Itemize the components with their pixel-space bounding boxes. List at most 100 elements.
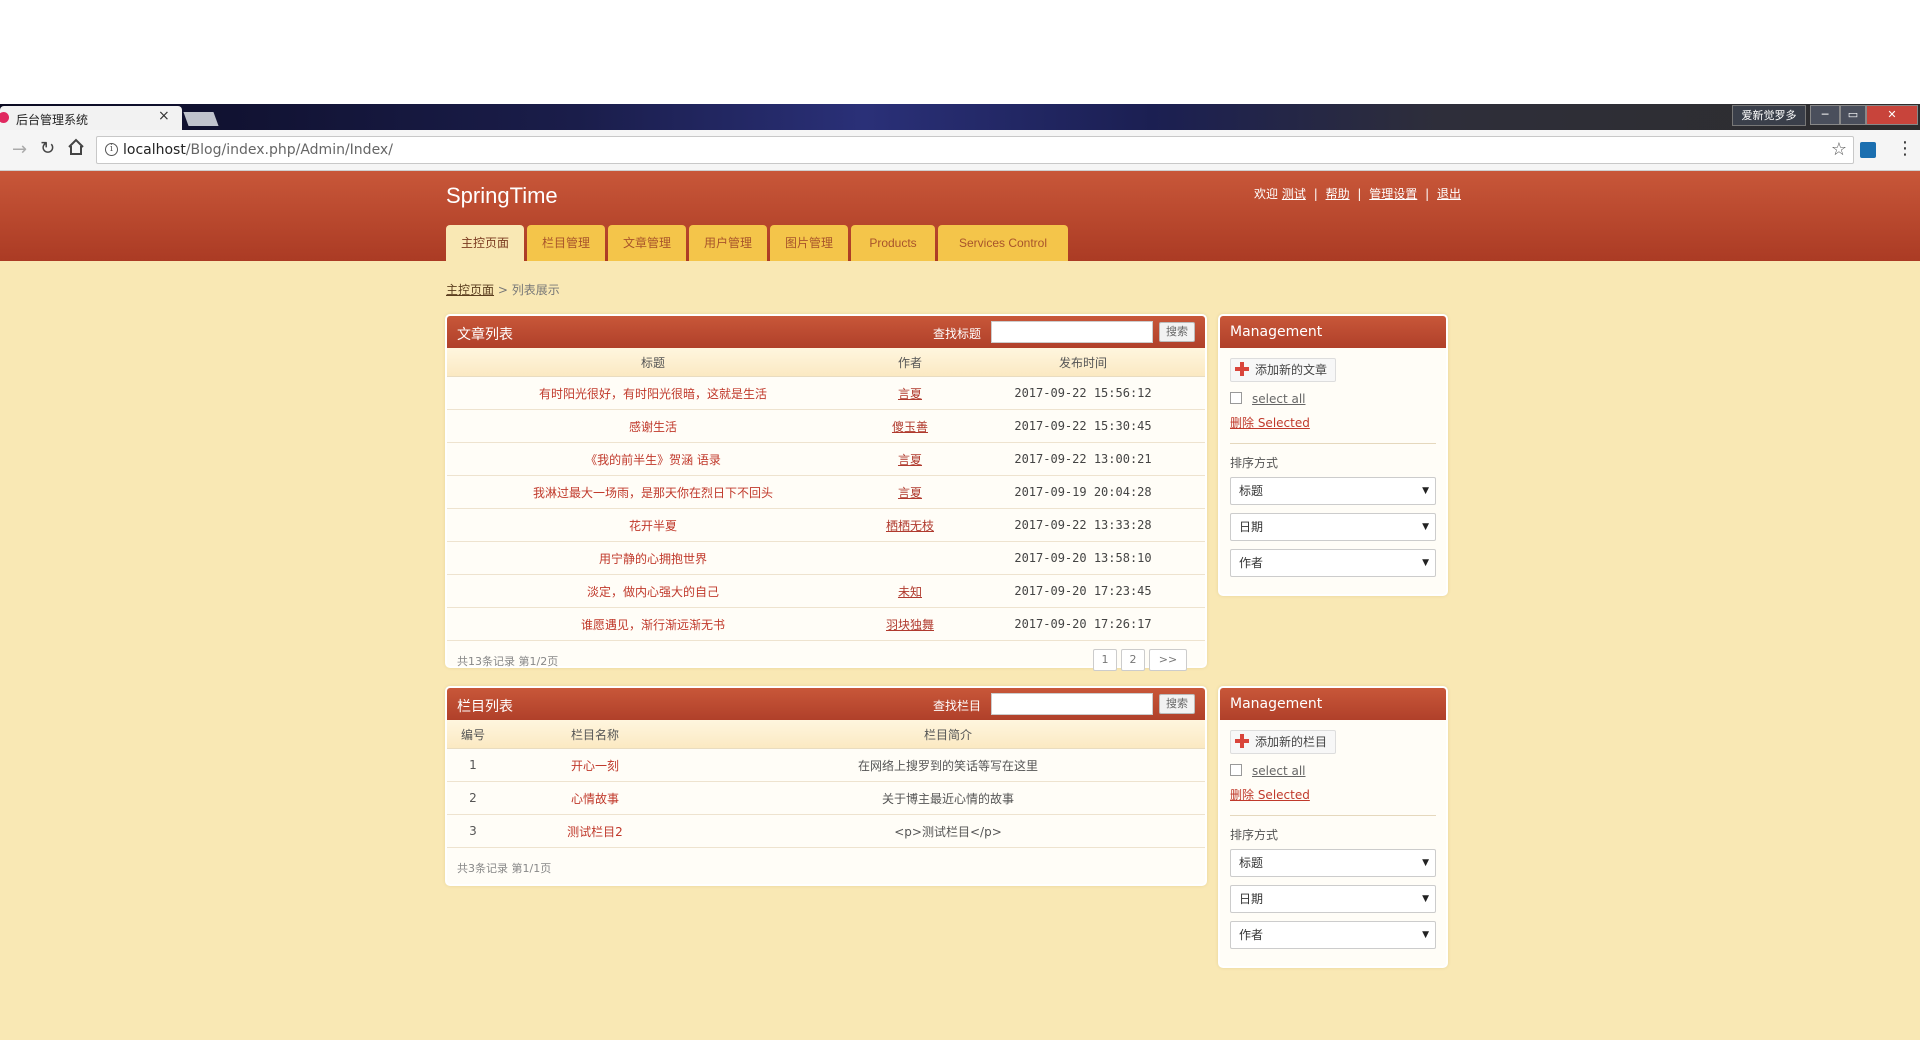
tab-categories[interactable]: 栏目管理 — [527, 225, 605, 261]
author-link[interactable]: 羽块独舞 — [886, 618, 934, 632]
table-row[interactable]: 我淋过最大一场雨，是那天你在烈日下不回头 言夏 2017-09-19 20:04:2… — [447, 475, 1205, 509]
select-all-checkbox[interactable] — [1230, 392, 1242, 404]
category-name[interactable]: 心情故事 — [499, 781, 691, 815]
sort-select-date[interactable]: 日期 ▼ — [1230, 885, 1436, 913]
settings-link[interactable]: 管理设置 — [1369, 187, 1417, 201]
table-row[interactable]: 《我的前半生》贺涵 语录 言夏 2017-09-22 13:00:21 — [447, 442, 1205, 476]
column-header[interactable]: 编号 — [447, 720, 499, 749]
url-bar[interactable]: i localhost/Blog/index.php/Admin/Index/ … — [96, 136, 1854, 164]
category-search-button[interactable]: 搜索 — [1159, 694, 1195, 714]
add-category-button[interactable]: 添加新的栏目 — [1230, 730, 1337, 754]
window-close-icon[interactable]: ✕ — [1866, 105, 1918, 125]
select-all-link[interactable]: select all — [1252, 764, 1306, 778]
delete-selected-link[interactable]: 删除 Selected — [1230, 414, 1436, 431]
menu-icon[interactable]: ⋮ — [1896, 138, 1914, 159]
article-title[interactable]: 我淋过最大一场雨，是那天你在烈日下不回头 — [447, 475, 859, 509]
tab-images[interactable]: 图片管理 — [770, 225, 848, 261]
category-name[interactable]: 开心一刻 — [499, 748, 691, 782]
star-icon[interactable]: ☆ — [1831, 139, 1847, 160]
author-link[interactable]: 未知 — [898, 585, 922, 599]
help-link[interactable]: 帮助 — [1326, 187, 1350, 201]
tab-close-icon[interactable]: × — [158, 108, 170, 124]
publish-date: 2017-09-22 13:00:21 — [961, 442, 1205, 476]
author-link[interactable]: 傻玉善 — [892, 420, 928, 434]
publish-date: 2017-09-22 13:33:28 — [961, 508, 1205, 542]
category-search-input[interactable] — [991, 693, 1153, 715]
browser-tab[interactable]: 后台管理系统 × — [0, 106, 182, 130]
table-row[interactable]: 淡定，做内心强大的自己 未知 2017-09-20 17:23:45 — [447, 574, 1205, 608]
search-label: 查找栏目 — [933, 699, 982, 713]
user-link[interactable]: 测试 — [1282, 187, 1306, 201]
publish-date: 2017-09-22 15:30:45 — [961, 409, 1205, 443]
extension-icon[interactable] — [1860, 142, 1876, 158]
table-row[interactable]: 有时阳光很好，有时阳光很暗，这就是生活 言夏 2017-09-22 15:56:12 — [447, 376, 1205, 410]
table-row[interactable]: 花开半夏 栖栖无枝 2017-09-22 13:33:28 — [447, 508, 1205, 542]
article-title[interactable]: 感谢生活 — [447, 409, 859, 443]
add-article-button[interactable]: 添加新的文章 — [1230, 358, 1337, 382]
article-title[interactable]: 《我的前半生》贺涵 语录 — [447, 442, 859, 476]
plus-icon — [1235, 734, 1249, 748]
author-link[interactable]: 言夏 — [898, 453, 922, 467]
home-icon[interactable] — [66, 137, 86, 157]
breadcrumb-home[interactable]: 主控页面 — [446, 283, 494, 297]
info-icon[interactable]: i — [105, 143, 118, 156]
author-link[interactable]: 言夏 — [898, 387, 922, 401]
article-title[interactable]: 淡定，做内心强大的自己 — [447, 574, 859, 608]
article-list-panel: 文章列表 查找标题 搜索 标题 作者 发布时间 有时阳光很好，有时阳光很暗，这就… — [445, 314, 1207, 671]
delete-selected-link[interactable]: 删除 Selected — [1230, 786, 1436, 803]
maximize-icon[interactable]: ▭ — [1840, 105, 1866, 125]
table-row[interactable]: 感谢生活 傻玉善 2017-09-22 15:30:45 — [447, 409, 1205, 443]
publish-date: 2017-09-22 15:56:12 — [961, 376, 1205, 410]
article-search-input[interactable] — [991, 321, 1153, 343]
page-next-button[interactable]: >> — [1149, 649, 1187, 671]
article-title[interactable]: 花开半夏 — [447, 508, 859, 542]
tab-dashboard[interactable]: 主控页面 — [446, 225, 524, 261]
category-name[interactable]: 测试栏目2 — [499, 814, 691, 848]
article-title[interactable]: 有时阳光很好，有时阳光很暗，这就是生活 — [447, 376, 859, 410]
column-header[interactable]: 作者 — [859, 348, 961, 377]
browser-tab-strip: 后台管理系统 × 爱新觉罗多 ─ ▭ ✕ — [0, 104, 1920, 130]
table-row[interactable]: 2 心情故事 关于博主最近心情的故事 — [447, 781, 1205, 815]
sort-select-author[interactable]: 作者 ▼ — [1230, 549, 1436, 577]
article-title[interactable]: 谁愿遇见，渐行渐远渐无书 — [447, 607, 859, 641]
sort-select-date[interactable]: 日期 ▼ — [1230, 513, 1436, 541]
site-brand[interactable]: SpringTime — [446, 183, 558, 209]
new-tab-button[interactable] — [183, 112, 219, 126]
search-label: 查找标题 — [933, 327, 982, 341]
sort-select-title[interactable]: 标题 ▼ — [1230, 849, 1436, 877]
logout-link[interactable]: 退出 — [1437, 187, 1461, 201]
column-header[interactable]: 发布时间 — [961, 348, 1205, 377]
page-button-2[interactable]: 2 — [1121, 649, 1145, 671]
page-button-1[interactable]: 1 — [1093, 649, 1117, 671]
divider — [1230, 815, 1436, 816]
reload-icon[interactable]: ↻ — [40, 138, 55, 159]
table-row[interactable]: 1 开心一刻 在网络上搜罗到的笑话等写在这里 — [447, 748, 1205, 782]
back-icon[interactable]: → — [12, 139, 27, 160]
article-title[interactable]: 用宁静的心拥抱世界 — [447, 541, 859, 575]
select-all-link[interactable]: select all — [1252, 392, 1306, 406]
article-list-header: 文章列表 查找标题 搜索 — [447, 316, 1205, 348]
browser-user-button[interactable]: 爱新觉罗多 — [1732, 105, 1806, 126]
author-link[interactable]: 栖栖无枝 — [886, 519, 934, 533]
dropdown-arrow-icon: ▼ — [1422, 558, 1429, 568]
minimize-icon[interactable]: ─ — [1810, 105, 1840, 125]
article-search-button[interactable]: 搜索 — [1159, 322, 1195, 342]
table-row[interactable]: 3 测试栏目2 <p>测试栏目</p> — [447, 814, 1205, 848]
column-header[interactable]: 栏目名称 — [499, 720, 691, 749]
tab-services-control[interactable]: Services Control — [938, 225, 1068, 261]
tab-products[interactable]: Products — [851, 225, 935, 261]
author-link[interactable]: 言夏 — [898, 486, 922, 500]
sort-select-author[interactable]: 作者 ▼ — [1230, 921, 1436, 949]
dropdown-arrow-icon: ▼ — [1422, 486, 1429, 496]
column-header[interactable]: 栏目简介 — [691, 720, 1205, 749]
select-value: 日期 — [1239, 892, 1264, 906]
table-row[interactable]: 谁愿遇见，渐行渐远渐无书 羽块独舞 2017-09-20 17:26:17 — [447, 607, 1205, 641]
sort-select-title[interactable]: 标题 ▼ — [1230, 477, 1436, 505]
category-id: 1 — [447, 748, 499, 782]
sort-label: 排序方式 — [1230, 456, 1279, 470]
column-header[interactable]: 标题 — [447, 348, 859, 377]
tab-articles[interactable]: 文章管理 — [608, 225, 686, 261]
select-all-checkbox[interactable] — [1230, 764, 1242, 776]
table-row[interactable]: 用宁静的心拥抱世界 2017-09-20 13:58:10 — [447, 541, 1205, 575]
tab-users[interactable]: 用户管理 — [689, 225, 767, 261]
